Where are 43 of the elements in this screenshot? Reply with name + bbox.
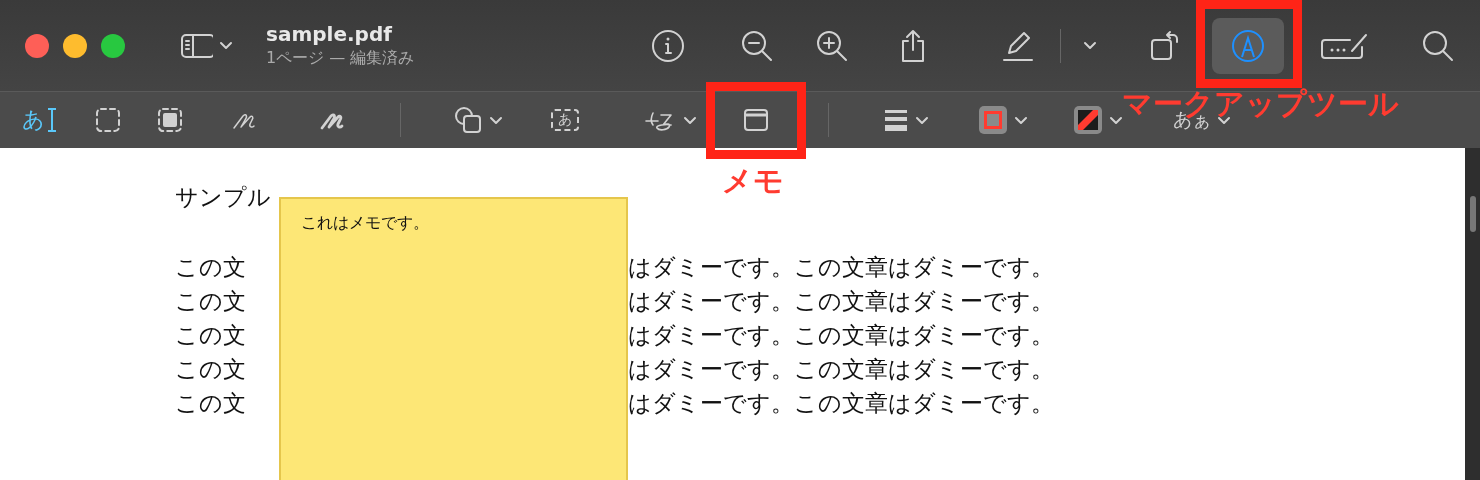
document-text: はダミーです。この文章はダミーです。 xyxy=(628,320,1054,350)
chevron-down-icon xyxy=(219,41,233,50)
text-cursor-icon xyxy=(46,106,58,134)
callout-label: メモ xyxy=(722,166,784,196)
zoom-out-icon xyxy=(740,28,774,63)
note-icon xyxy=(742,107,770,133)
chevron-down-icon xyxy=(683,115,697,125)
document-text: はダミーです。この文章はダミーです。 xyxy=(628,286,1054,316)
document-text: この文 xyxy=(175,354,247,384)
note-text: これはメモです。 xyxy=(301,213,429,234)
info-icon xyxy=(651,28,685,63)
minimize-window-button[interactable] xyxy=(63,33,87,58)
close-window-button[interactable] xyxy=(25,33,49,58)
document-text: はダミーです。この文章はダミーです。 xyxy=(628,388,1054,418)
document-text: この文 xyxy=(175,388,247,418)
document-text: はダミーです。この文章はダミーです。 xyxy=(628,354,1054,384)
window-title: sample.pdf xyxy=(266,22,393,46)
text-tool-button[interactable]: あ xyxy=(18,98,62,142)
markup-button[interactable] xyxy=(1212,17,1284,74)
scrollbar[interactable] xyxy=(1465,148,1480,480)
document-text: この文 xyxy=(175,286,247,316)
shapes-icon xyxy=(453,105,483,135)
line-style-icon xyxy=(883,108,909,132)
rotate-icon xyxy=(1149,28,1181,63)
chevron-down-icon xyxy=(1109,115,1123,125)
chevron-down-icon xyxy=(489,115,503,125)
document-status: 1ページ — 編集済み xyxy=(266,48,415,69)
zoom-in-icon xyxy=(815,28,849,63)
chevron-down-icon xyxy=(1083,41,1097,50)
document-text: はダミーです。この文章はダミーです。 xyxy=(628,252,1054,282)
search-icon xyxy=(1421,28,1455,63)
zoom-window-button[interactable] xyxy=(101,33,125,58)
chevron-down-icon xyxy=(1014,115,1028,125)
text-box-button[interactable]: あ xyxy=(543,98,587,142)
sticky-note[interactable]: これはメモです。 xyxy=(279,197,628,480)
chevron-down-icon xyxy=(1217,115,1231,125)
chevron-down-icon xyxy=(915,115,929,125)
filled-dashed-square-icon xyxy=(156,106,184,134)
markup-pen-icon xyxy=(1231,28,1265,63)
dashed-square-icon xyxy=(94,106,122,134)
document-heading: サンプル xyxy=(175,183,271,212)
document-text: この文 xyxy=(175,320,247,350)
document-text: この文 xyxy=(175,252,247,282)
